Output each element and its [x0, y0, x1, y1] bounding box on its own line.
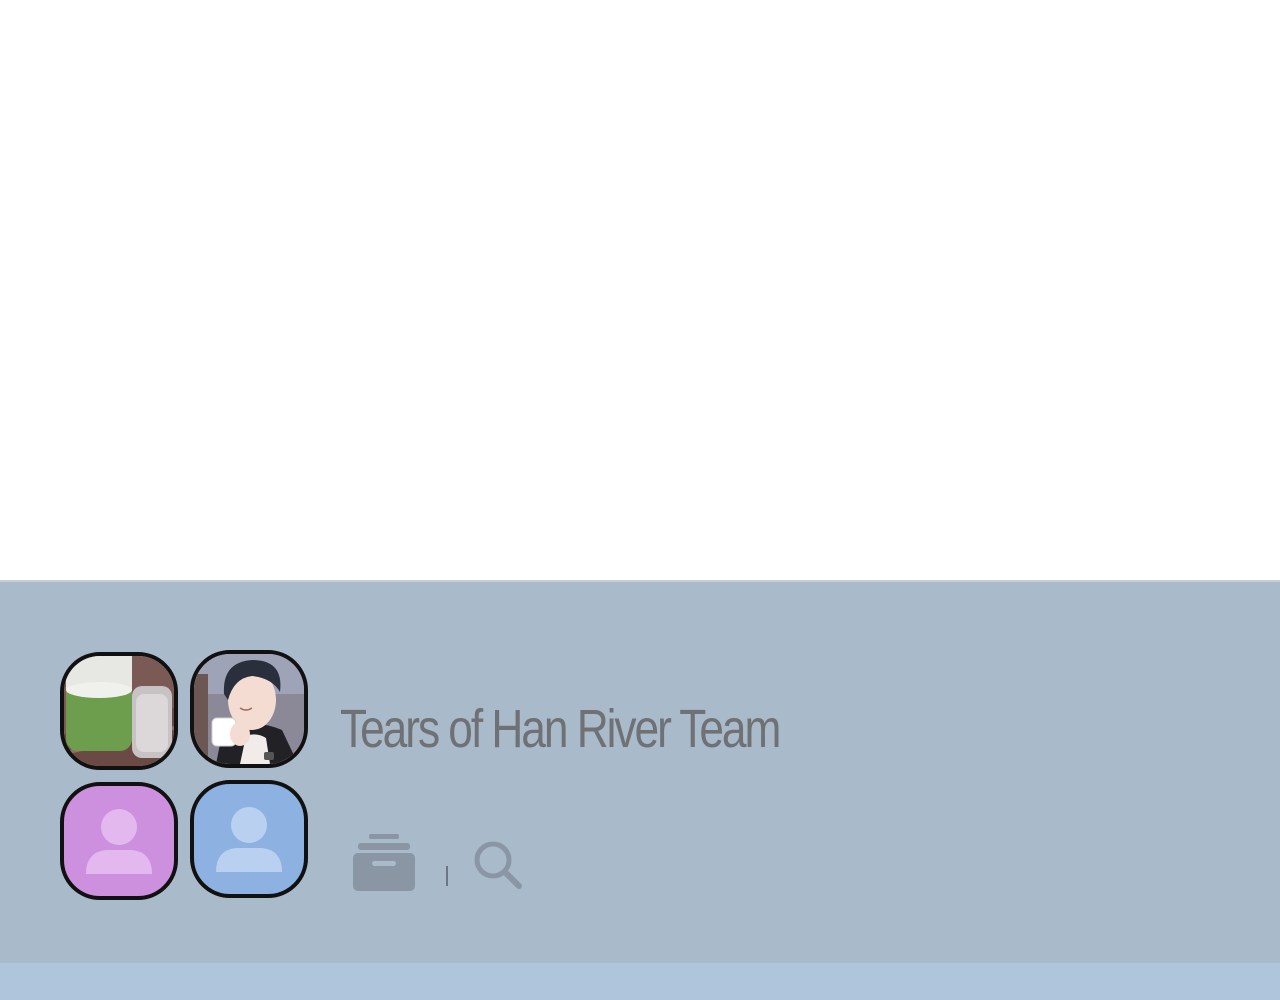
drinks-photo	[64, 656, 174, 766]
blank-content-area	[0, 0, 1280, 580]
member-avatar-4[interactable]	[190, 780, 308, 898]
action-separator	[446, 866, 448, 886]
bottom-strip	[0, 963, 1280, 1000]
chat-title: Tears of Han River Team	[340, 699, 781, 759]
member-avatar-2[interactable]	[190, 650, 308, 768]
member-avatar-3[interactable]	[60, 782, 178, 900]
person-icon	[86, 809, 152, 874]
search-icon	[474, 841, 522, 889]
person-icon	[216, 807, 282, 872]
archive-icon	[353, 834, 415, 891]
man-photo	[194, 654, 304, 764]
search-button[interactable]	[472, 840, 524, 890]
archive-button[interactable]	[352, 834, 416, 892]
member-avatar-1[interactable]	[60, 652, 178, 770]
group-chat-header	[0, 580, 1280, 963]
